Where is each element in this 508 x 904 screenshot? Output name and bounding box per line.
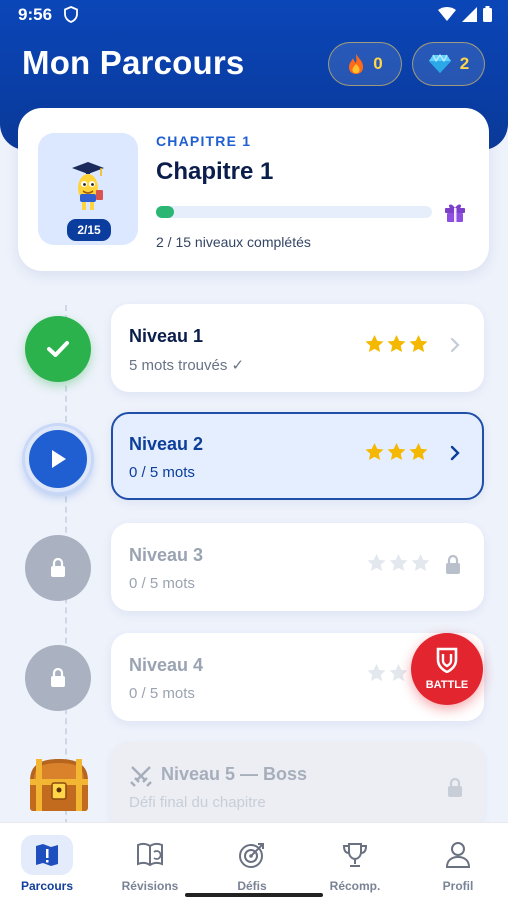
level-3-node-locked <box>25 535 91 601</box>
gems-counter[interactable]: 2 <box>412 42 485 86</box>
chapter-progress-badge: 2/15 <box>67 219 111 241</box>
chapter-kicker: CHAPITRE 1 <box>156 133 252 149</box>
level-card-2[interactable]: Niveau 2 0 / 5 mots <box>111 412 484 500</box>
star-icon <box>387 443 406 461</box>
chapter-progress-bar <box>156 206 432 218</box>
nav-label: Parcours <box>20 879 74 893</box>
streak-count: 0 <box>373 54 383 73</box>
star-empty-icon <box>389 554 408 572</box>
level-1-node-done[interactable] <box>25 316 91 382</box>
level-subtitle: 0 / 5 mots <box>129 575 195 592</box>
target-icon <box>239 843 264 868</box>
level-stars <box>365 335 428 353</box>
nav-label: Révisions <box>121 879 179 893</box>
mascot-box: 2/15 <box>38 133 138 245</box>
lock-icon <box>51 558 65 577</box>
level-subtitle: 0 / 5 mots <box>129 685 195 702</box>
nav-icon-wrap <box>226 835 278 875</box>
level-title: Niveau 1 <box>129 326 204 346</box>
diamond-icon <box>428 54 451 73</box>
nav-label: Profil <box>442 879 474 893</box>
nav-icon-wrap <box>21 835 73 875</box>
play-icon <box>52 450 66 468</box>
chapter-progress-fill <box>156 206 175 218</box>
level-title: Niveau 5 — Boss <box>161 764 308 784</box>
status-icons <box>438 6 492 22</box>
nav-item-defis[interactable]: Défis <box>212 823 292 904</box>
fire-icon <box>349 54 364 74</box>
level-title: Niveau 3 <box>129 545 204 565</box>
level-card-5-boss: Niveau 5 — Boss Défi final du chapitre <box>111 742 484 830</box>
level-2-node-active[interactable] <box>25 426 91 492</box>
crossed-swords-icon <box>130 766 152 787</box>
lock-icon <box>446 555 460 574</box>
wifi-icon <box>438 7 456 21</box>
chapter-title: Chapitre 1 <box>156 158 274 185</box>
star-icon <box>387 335 406 353</box>
star-icon <box>409 443 428 461</box>
level-subtitle: 0 / 5 mots <box>129 464 195 481</box>
chapter-progress-label: 2 / 15 niveaux complétés <box>156 234 311 250</box>
nav-label: Récomp. <box>329 879 381 893</box>
level-title: Niveau 2 <box>129 434 204 454</box>
star-icon <box>365 443 384 461</box>
chevron-right-icon <box>450 445 460 461</box>
page-title: Mon Parcours <box>22 44 245 81</box>
star-empty-icon <box>389 664 408 682</box>
nav-icon-wrap <box>329 835 381 875</box>
shield-icon <box>436 647 458 673</box>
nav-item-recompenses[interactable]: Récomp. <box>315 823 395 904</box>
level-card-3: Niveau 3 0 / 5 mots <box>111 523 484 611</box>
nav-item-profil[interactable]: Profil <box>418 823 498 904</box>
nav-icon-wrap <box>124 835 176 875</box>
streak-counter[interactable]: 0 <box>328 42 402 86</box>
battle-label: BATTLE <box>425 679 469 691</box>
status-bar: 9:56 <box>0 0 508 30</box>
gift-icon[interactable] <box>444 201 466 223</box>
star-empty-icon <box>411 554 430 572</box>
chapter-card[interactable]: 2/15 CHAPITRE 1 Chapitre 1 2 / 15 niveau… <box>18 108 489 271</box>
graduate-mascot-icon <box>72 162 104 210</box>
cellular-icon <box>462 6 477 22</box>
level-subtitle: Défi final du chapitre <box>129 794 266 811</box>
status-time: 9:56 <box>18 5 53 24</box>
user-icon <box>445 842 471 868</box>
level-stars <box>367 554 430 572</box>
nav-icon-wrap <box>432 835 484 875</box>
level-card-1[interactable]: Niveau 1 5 mots trouvés ✓ <box>111 304 484 392</box>
check-icon <box>47 341 69 357</box>
bottom-nav: Parcours Révisions Défis Récomp. Profil <box>0 822 508 904</box>
home-indicator[interactable] <box>185 893 323 897</box>
star-empty-icon <box>367 554 386 572</box>
vpn-shield-icon <box>64 6 78 23</box>
lock-icon <box>448 778 462 797</box>
battle-button[interactable]: BATTLE <box>411 633 483 705</box>
level-title: Niveau 4 <box>129 655 204 675</box>
chevron-right-icon <box>450 337 460 353</box>
treasure-chest-icon[interactable] <box>26 757 92 815</box>
lock-icon <box>51 668 65 687</box>
map-icon <box>36 844 58 866</box>
level-subtitle: 5 mots trouvés ✓ <box>129 357 245 374</box>
review-book-icon <box>137 842 163 867</box>
trophy-icon <box>342 843 368 867</box>
level-stars <box>365 443 428 461</box>
nav-item-revisions[interactable]: Révisions <box>110 823 190 904</box>
battery-icon <box>483 6 492 22</box>
nav-item-parcours[interactable]: Parcours <box>7 823 87 904</box>
nav-label: Défis <box>237 879 267 893</box>
star-icon <box>409 335 428 353</box>
star-icon <box>365 335 384 353</box>
level-4-node-locked <box>25 645 91 711</box>
gems-count: 2 <box>459 54 470 73</box>
star-empty-icon <box>367 664 386 682</box>
